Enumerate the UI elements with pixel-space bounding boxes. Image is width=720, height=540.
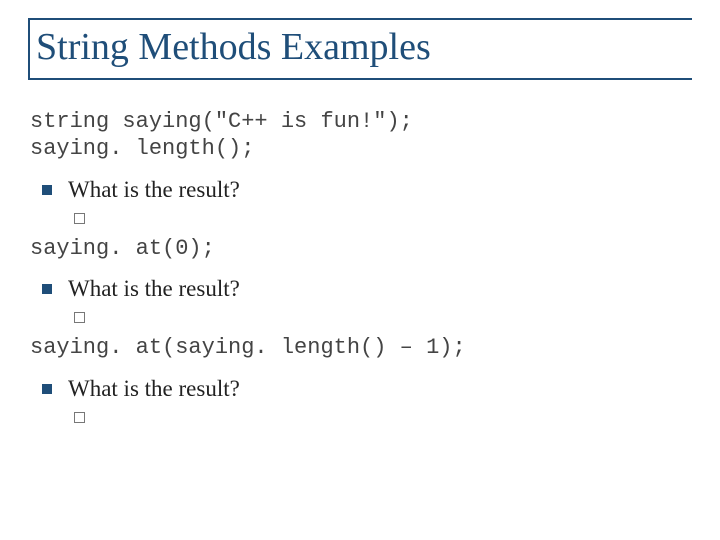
question-3: What is the result? <box>68 376 240 402</box>
code-block-1-line-2: saying. length(); <box>30 135 692 163</box>
code-block-2: saying. at(0); <box>30 235 692 263</box>
content-area: string saying("C++ is fun!"); saying. le… <box>28 108 692 428</box>
question-2: What is the result? <box>68 276 240 302</box>
square-bullet-outline-icon <box>74 412 85 423</box>
question-1: What is the result? <box>68 177 240 203</box>
square-bullet-icon <box>42 284 52 294</box>
square-bullet-icon <box>42 185 52 195</box>
sub-list-item <box>30 410 692 428</box>
title-container: String Methods Examples <box>28 18 692 80</box>
square-bullet-outline-icon <box>74 312 85 323</box>
square-bullet-outline-icon <box>74 213 85 224</box>
code-block-1-line-1: string saying("C++ is fun!"); <box>30 108 692 136</box>
slide-title: String Methods Examples <box>36 28 692 68</box>
code-block-3: saying. at(saying. length() – 1); <box>30 334 692 362</box>
sub-list-item <box>30 310 692 328</box>
list-item: What is the result? <box>30 376 692 402</box>
list-item: What is the result? <box>30 276 692 302</box>
list-item: What is the result? <box>30 177 692 203</box>
sub-list-item <box>30 211 692 229</box>
slide: String Methods Examples string saying("C… <box>0 0 720 540</box>
square-bullet-icon <box>42 384 52 394</box>
